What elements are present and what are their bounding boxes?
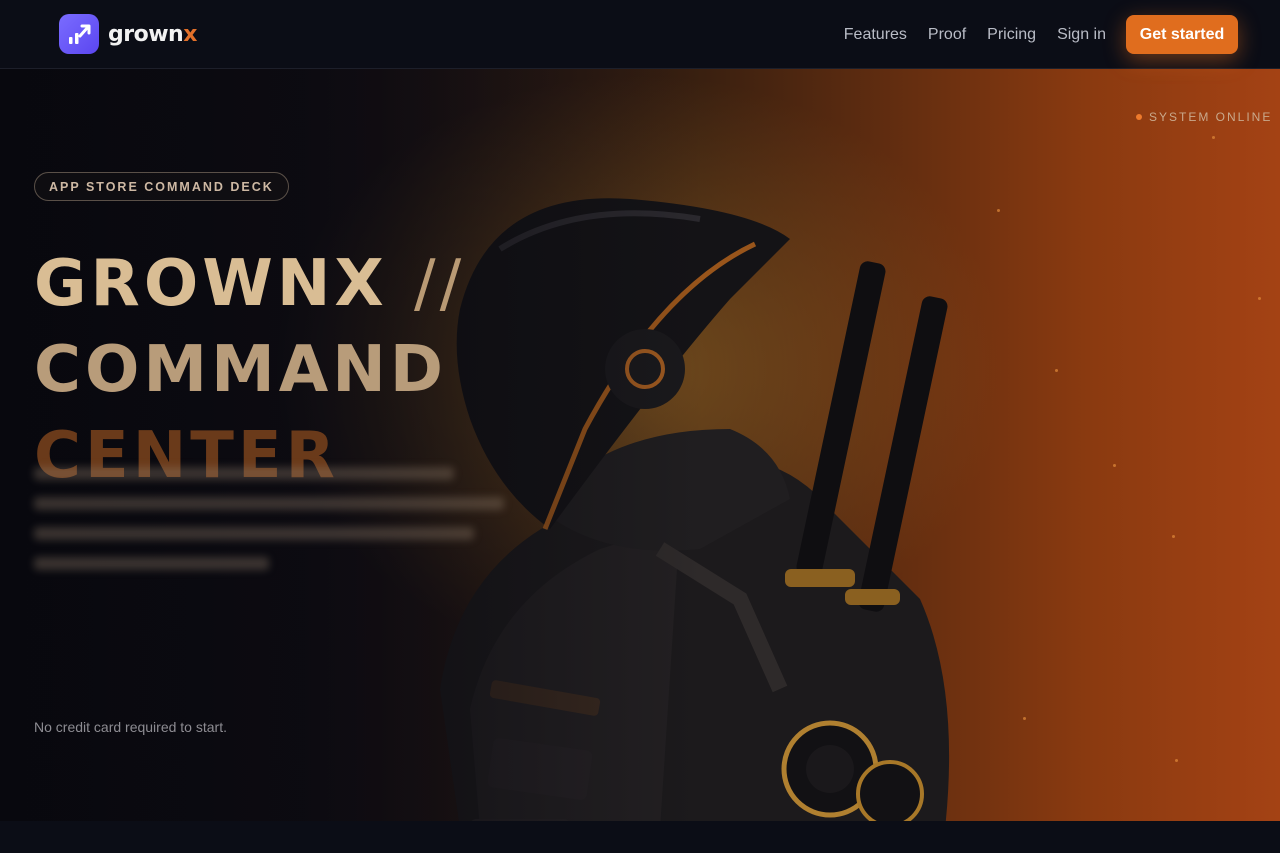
nav-links: Features Proof Pricing Sign in: [823, 0, 1106, 69]
blurred-text-line: [34, 467, 454, 480]
blurred-description: [34, 467, 504, 587]
growth-chart-icon: [59, 14, 99, 54]
brand-logo[interactable]: grownx: [59, 14, 197, 54]
status-dot-icon: [1136, 114, 1142, 120]
particle: [1258, 297, 1261, 300]
particle: [1212, 136, 1215, 139]
footer-band: [0, 821, 1280, 853]
eyebrow-badge: APP STORE COMMAND DECK: [34, 172, 289, 201]
headline-word-grownx: GROWNX: [34, 247, 388, 321]
headline-line-1: GROWNX //: [34, 241, 465, 327]
blurred-text-line: [34, 557, 269, 570]
system-status: SYSTEM ONLINE: [1136, 110, 1272, 124]
nav-link-pricing[interactable]: Pricing: [987, 26, 1036, 44]
particle: [997, 209, 1000, 212]
get-started-button[interactable]: Get started: [1126, 15, 1238, 54]
hero-section: SYSTEM ONLINE APP STORE COMMAND DECK GRO…: [0, 69, 1280, 821]
hero-headline: GROWNX // COMMAND CENTER: [34, 241, 465, 499]
top-navbar: grownx Features Proof Pricing Sign in Ge…: [0, 0, 1280, 69]
nav-link-proof[interactable]: Proof: [928, 26, 966, 44]
no-credit-card-note: No credit card required to start.: [34, 719, 227, 735]
particle: [1172, 535, 1175, 538]
particle: [1055, 369, 1058, 372]
nav-link-features[interactable]: Features: [844, 26, 907, 44]
blurred-text-line: [34, 527, 474, 540]
blurred-text-line: [34, 497, 504, 510]
particle: [1175, 759, 1178, 762]
brand-name-main: grown: [108, 21, 184, 47]
headline-line-2: COMMAND: [34, 333, 447, 407]
brand-wordmark: grownx: [108, 22, 197, 47]
brand-name-accent: x: [183, 21, 197, 47]
status-text: SYSTEM ONLINE: [1149, 110, 1273, 124]
headline-separator: //: [414, 247, 466, 321]
particle: [1023, 717, 1026, 720]
particle: [1113, 464, 1116, 467]
nav-link-sign-in[interactable]: Sign in: [1057, 26, 1106, 44]
